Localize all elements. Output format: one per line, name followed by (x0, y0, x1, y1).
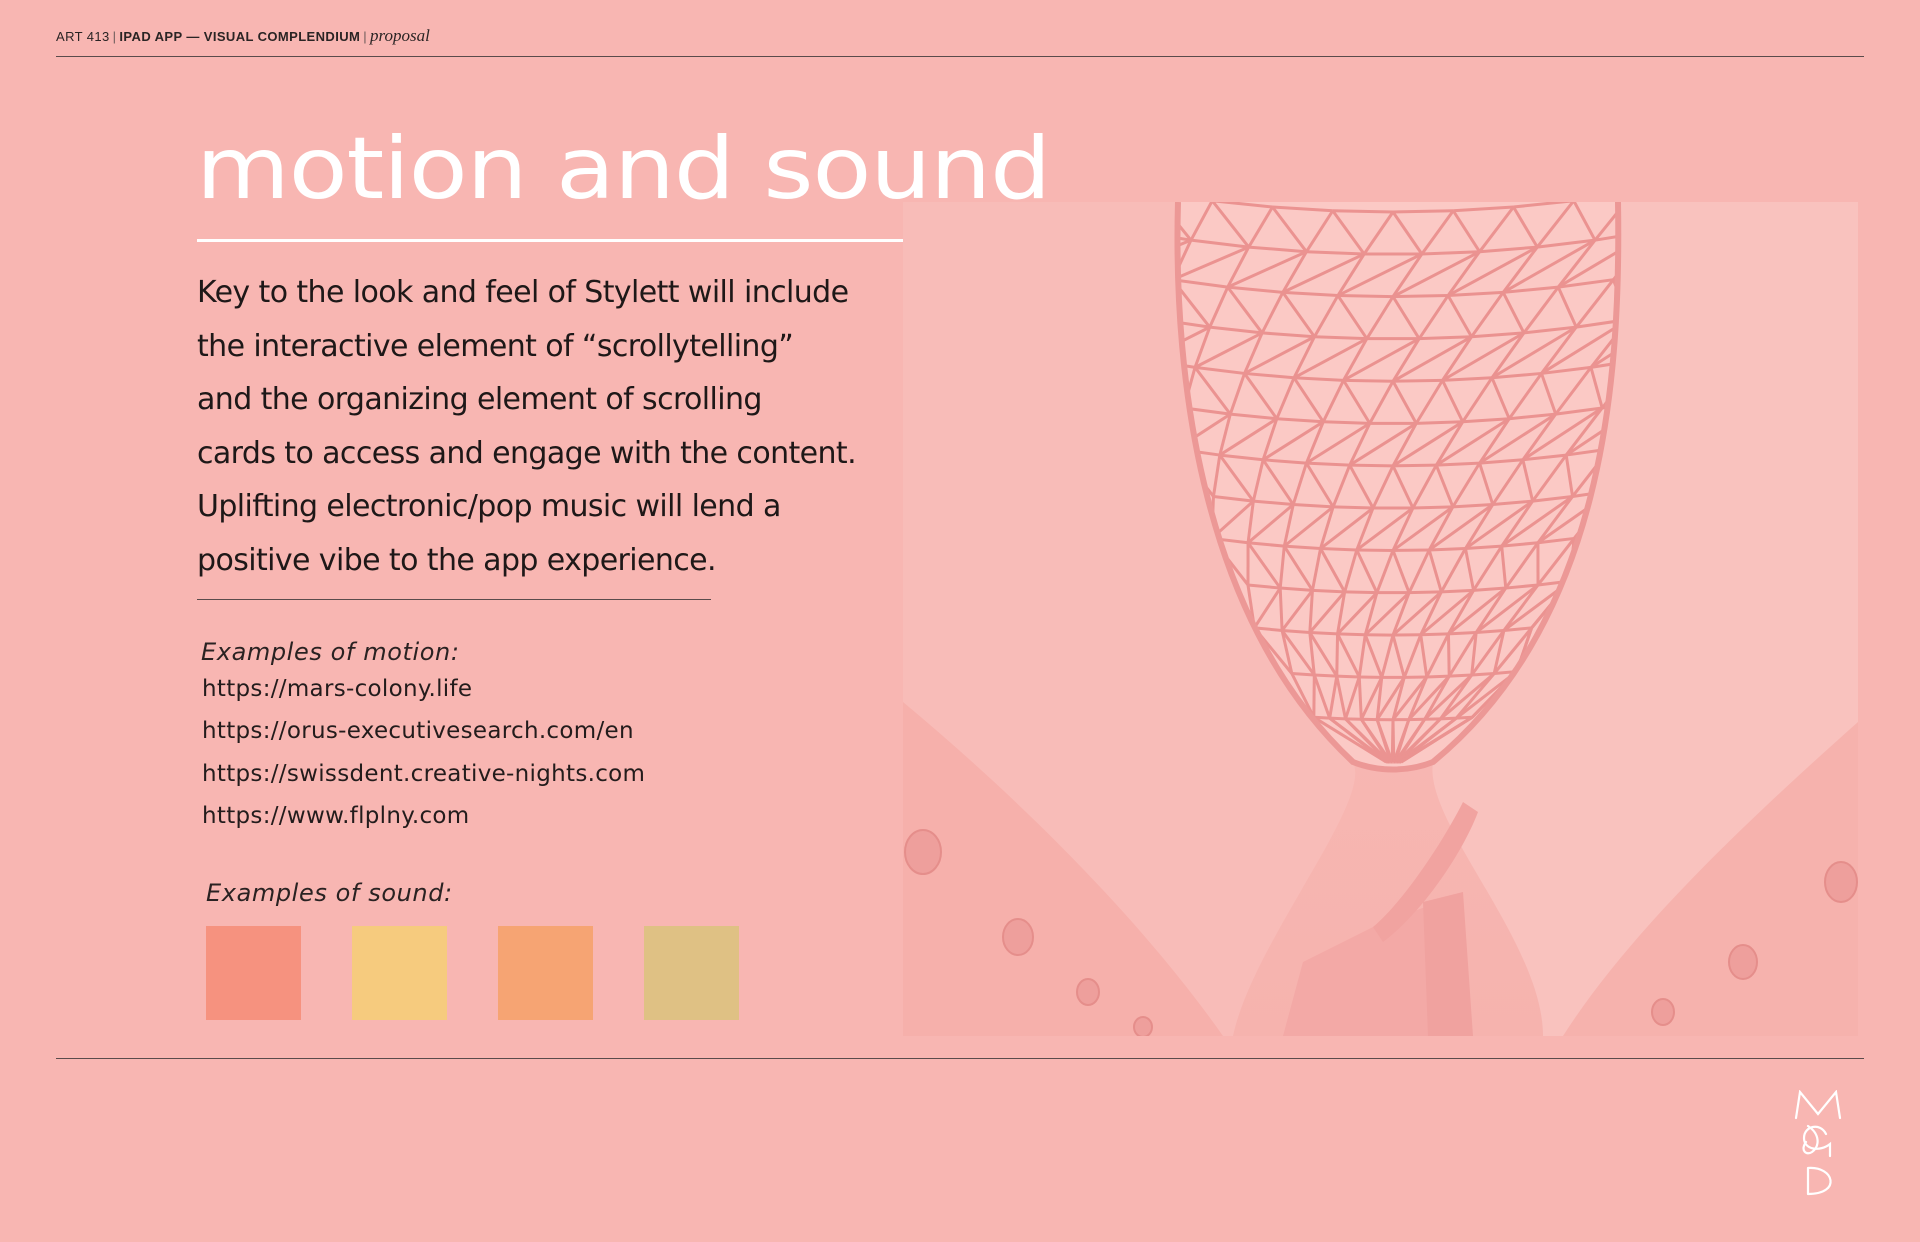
motion-link-mars-colony[interactable]: https://mars-colony.life (202, 676, 472, 702)
sound-sample-1[interactable] (206, 926, 301, 1020)
paragraph-line: Key to the look and feel of Stylett will… (197, 275, 849, 310)
sound-sample-2[interactable] (352, 926, 447, 1020)
sound-sample-3[interactable] (498, 926, 593, 1020)
motion-link-flplny[interactable]: https://www.flplny.com (202, 803, 470, 829)
motion-examples-heading: Examples of motion: (201, 638, 460, 666)
sound-sample-4[interactable] (644, 926, 739, 1020)
list-item: https://orus-executivesearch.com/en (202, 718, 645, 760)
sound-examples-heading: Examples of sound: (206, 879, 453, 907)
section-divider (197, 599, 711, 600)
paragraph-line: cards to access and engage with the cont… (197, 435, 857, 471)
list-item: https://swissdent.creative-nights.com (202, 761, 645, 803)
header-divider: | (363, 29, 368, 44)
motion-link-orus[interactable]: https://orus-executivesearch.com/en (202, 718, 634, 744)
project-name: IPAD APP — VISUAL COMPLENDIUM (119, 29, 361, 44)
intro-paragraph: Key to the look and feel of Stylett will… (197, 266, 897, 587)
header-divider: | (112, 29, 117, 44)
footer-rule (56, 1058, 1864, 1059)
paragraph-line: and the organizing element of scrolling (197, 382, 762, 417)
course-code: ART 413 (56, 29, 110, 44)
motion-link-swissdent[interactable]: https://swissdent.creative-nights.com (202, 761, 645, 787)
mgd-monogram-logo (1790, 1089, 1846, 1196)
page-header: ART 413 | IPAD APP — VISUAL COMPLENDIUM | pr… (56, 26, 430, 46)
paragraph-line: positive vibe to the app experience. (197, 542, 717, 578)
motion-link-list: https://mars-colony.life https://orus-ex… (202, 676, 645, 845)
list-item: https://mars-colony.life (202, 676, 645, 718)
document-stage: proposal (370, 26, 430, 45)
header-rule (56, 56, 1864, 57)
paragraph-line: the interactive element of “scrollytelli… (197, 328, 794, 364)
list-item: https://www.flplny.com (202, 803, 645, 845)
dome-ceiling-photo (903, 202, 1858, 1036)
paragraph-line: Uplifting electronic/pop music will lend… (197, 489, 781, 524)
